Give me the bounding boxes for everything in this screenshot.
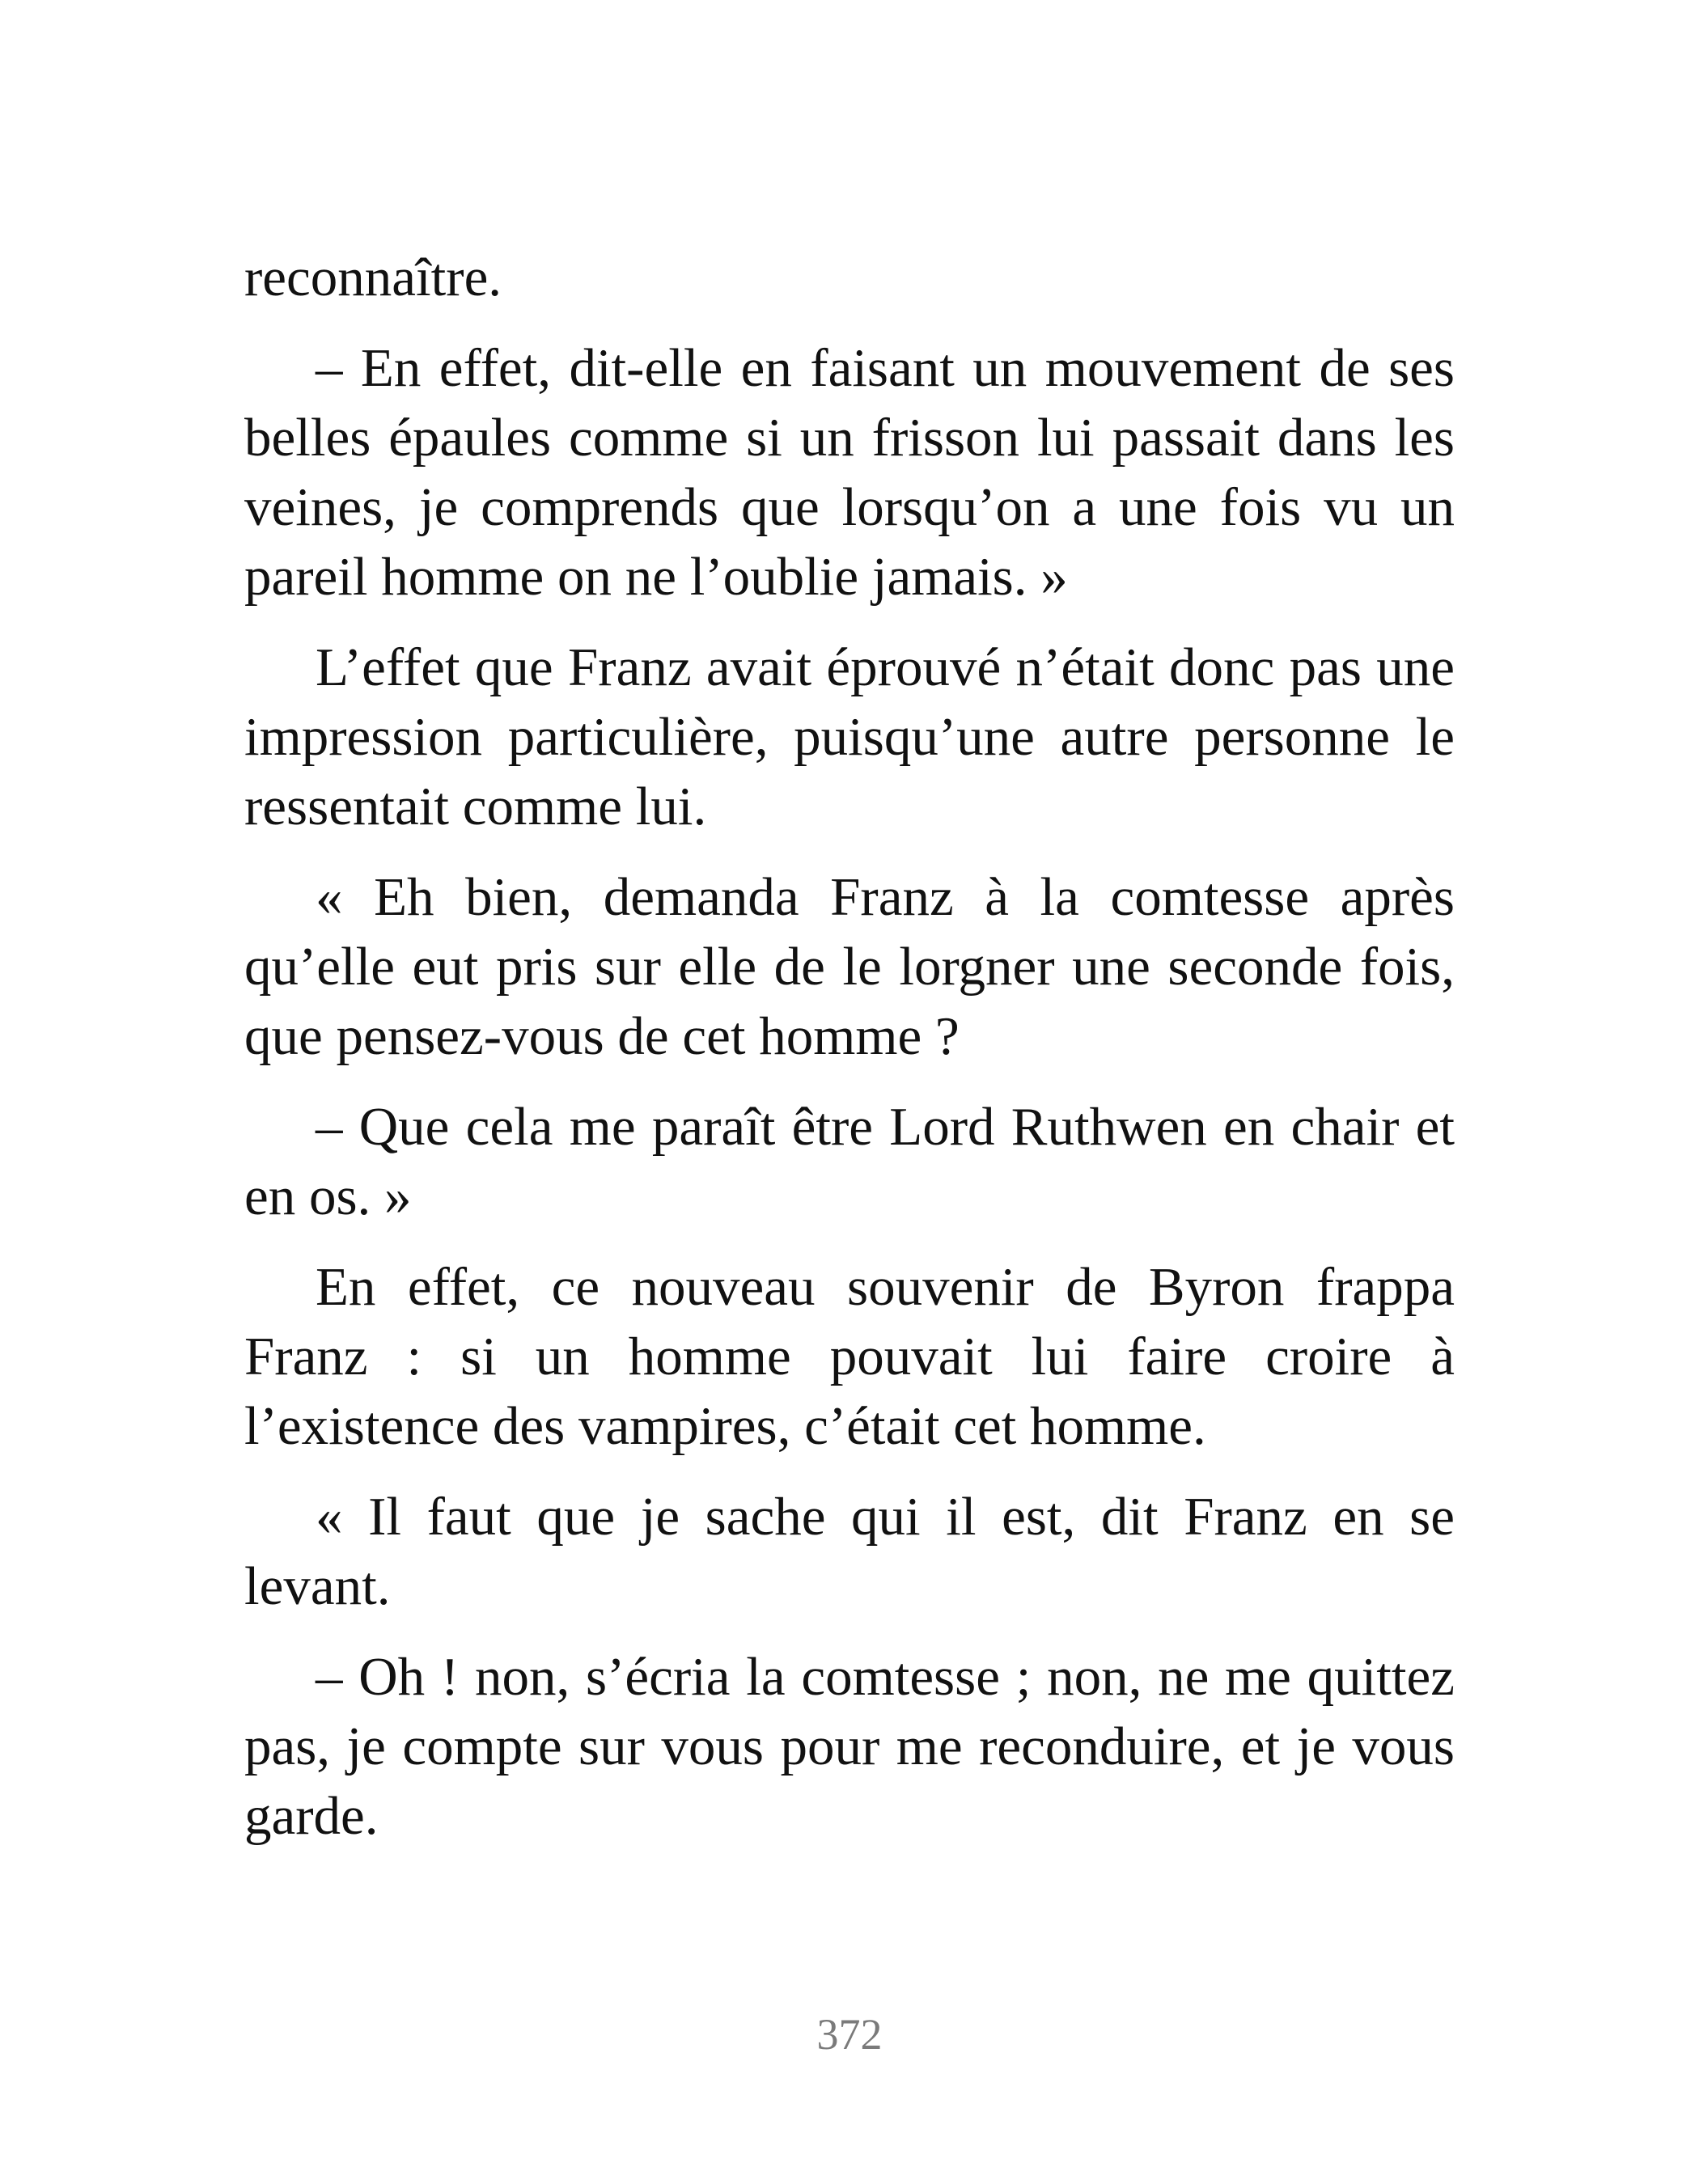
- paragraph-5: – Que cela me paraît être Lord Ruthwen e…: [244, 1097, 1455, 1226]
- book-page: reconnaître. – En effet, dit-elle en fai…: [0, 0, 1699, 2184]
- paragraph-1: reconnaître.: [244, 248, 502, 307]
- paragraph-6: En effet, ce nouveau souvenir de Byron f…: [244, 1257, 1455, 1456]
- page-number: 372: [816, 2010, 883, 2059]
- paragraph-2: – En effet, dit-elle en faisant un mouve…: [244, 338, 1455, 607]
- paragraph-7: « Il faut que je sache qui il est, dit F…: [244, 1487, 1455, 1616]
- paragraph-4: « Eh bien, demanda Franz à la comtesse a…: [244, 867, 1455, 1066]
- paragraph-3: L’effet que Franz avait éprouvé n’était …: [244, 637, 1455, 836]
- body-text: reconnaître. – En effet, dit-elle en fai…: [244, 243, 1455, 1872]
- paragraph-8: – Oh ! non, s’écria la comtesse ; non, n…: [244, 1647, 1455, 1846]
